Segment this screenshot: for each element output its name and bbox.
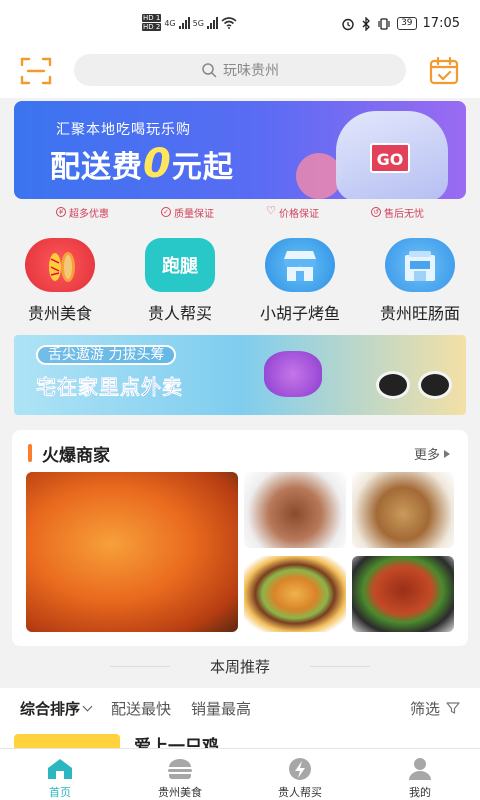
network-4g-label: 4G	[164, 18, 176, 28]
battery-icon: 39	[397, 17, 417, 30]
burger-icon	[168, 759, 192, 779]
category-food[interactable]: 贵州美食	[0, 238, 120, 324]
aftersales-icon: ↺	[371, 207, 381, 217]
merchant-image-noodle-soup[interactable]	[352, 472, 454, 548]
banner-subtitle: 汇聚本地吃喝玩乐购	[56, 122, 191, 138]
search-icon	[202, 63, 217, 78]
banner-headline-suffix: 元起	[171, 150, 234, 185]
category-grilled-fish[interactable]: 小胡子烤鱼	[240, 238, 360, 324]
guarantee-label: 价格保证	[279, 208, 319, 220]
category-sausage-noodles[interactable]: 贵州旺肠面	[360, 238, 480, 324]
hd1-badge: HD 1	[142, 14, 162, 22]
merchant-image-stir-fry[interactable]	[352, 556, 454, 632]
sort-label: 综合排序	[20, 699, 81, 718]
category-label: 贵州旺肠面	[379, 304, 460, 323]
tab-label: 首页	[49, 786, 71, 799]
wifi-icon	[221, 17, 237, 29]
network-5g-label: 5G	[192, 18, 204, 28]
section-accent-bar	[28, 444, 32, 462]
arrow-right-icon	[444, 449, 450, 458]
errand-badge-text: 跑腿	[162, 256, 198, 277]
filter-label: 筛选	[409, 699, 440, 718]
section-title: 火爆商家	[42, 446, 110, 466]
filter-button[interactable]: 筛选	[410, 698, 460, 719]
top-bar: 玩味贵州	[0, 44, 480, 98]
tab-label: 我的	[409, 786, 431, 799]
filter-icon	[446, 702, 460, 714]
quality-icon: ✓	[161, 207, 171, 217]
go-button[interactable]: GO	[370, 143, 410, 173]
guarantee-label: 超多优惠	[69, 208, 109, 220]
chevron-down-icon	[82, 701, 93, 711]
delivery-promo-banner[interactable]: 汇聚本地吃喝玩乐购 配送费0元起 GO	[14, 101, 466, 199]
sort-comprehensive[interactable]: 综合排序	[20, 698, 93, 719]
guarantee-item: ♡ 价格保证	[266, 202, 319, 222]
category-errand[interactable]: 跑腿 贵人帮买	[120, 238, 240, 324]
promo-headline: 宅在家里点外卖	[36, 375, 183, 400]
guarantee-label: 质量保证	[174, 208, 214, 220]
guarantee-strip: ¥ 超多优惠 ✓ 质量保证 ♡ 价格保证 ↺ 售后无忧	[0, 202, 480, 222]
signal-bars-icon	[206, 17, 218, 29]
sunglasses-image	[376, 371, 456, 401]
hd2-badge: HD 2	[142, 23, 162, 31]
banner-headline-prefix: 配送费	[50, 150, 143, 185]
tab-label: 贵州美食	[158, 786, 202, 799]
scan-icon[interactable]	[20, 56, 52, 86]
discount-icon: ¥	[56, 207, 66, 217]
category-label: 贵州美食	[27, 304, 92, 323]
user-icon	[409, 758, 431, 780]
food-icon	[25, 238, 95, 292]
vibrate-icon	[378, 17, 390, 30]
weekly-recommend-heading: 本周推荐	[0, 656, 480, 678]
sort-bar: 综合排序 配送最快 销量最高 筛选	[0, 688, 480, 728]
main-content: 汇聚本地吃喝玩乐购 配送费0元起 GO ¥ 超多优惠 ✓ 质量保证 ♡ 价格保证 ↺ 售…	[0, 98, 480, 748]
merchant-image-shrimp[interactable]	[26, 472, 238, 632]
signal-bars-icon	[178, 17, 190, 29]
tab-home[interactable]: 首页	[0, 749, 120, 800]
merchant-image-beef-noodles[interactable]	[244, 472, 346, 548]
guarantee-item: ¥ 超多优惠	[56, 202, 109, 222]
bottom-tab-bar: 首页 贵州美食 贵人帮买 我的	[0, 748, 480, 800]
grapes-image	[264, 351, 322, 397]
promo-tag: 舌尖遨游 力拔头筹	[36, 345, 177, 365]
search-bar[interactable]: 玩味贵州	[74, 54, 406, 86]
clock: 17:05	[422, 16, 460, 31]
tab-food[interactable]: 贵州美食	[120, 749, 240, 800]
store-thumbnail	[14, 734, 120, 748]
status-bar: HD 1 HD 2 4G 5G 39 17:05	[0, 0, 480, 44]
sort-fastest[interactable]: 配送最快	[111, 698, 171, 719]
errand-icon: 跑腿	[145, 238, 215, 292]
calendar-check-icon[interactable]	[428, 56, 460, 86]
store-name: 爱上一只鸡	[134, 737, 219, 748]
banner-headline-zero: 0	[143, 141, 172, 187]
guarantee-item: ↺ 售后无忧	[371, 202, 424, 222]
more-link[interactable]: 更多	[414, 444, 450, 463]
heart-icon: ♡	[266, 204, 276, 217]
store-list-item[interactable]: 爱上一只鸡	[0, 728, 480, 748]
takeout-promo-banner[interactable]: 舌尖遨游 力拔头筹 宅在家里点外卖	[14, 335, 466, 415]
guarantee-item: ✓ 质量保证	[161, 202, 214, 222]
bluetooth-icon	[362, 16, 370, 31]
banner-headline: 配送费0元起	[50, 141, 234, 187]
tab-profile[interactable]: 我的	[360, 749, 480, 800]
status-right: 39 17:05	[341, 16, 460, 31]
guarantee-label: 售后无忧	[384, 208, 424, 220]
tab-errand[interactable]: 贵人帮买	[240, 749, 360, 800]
hd-badges: HD 1 HD 2	[142, 14, 162, 32]
category-label: 小胡子烤鱼	[259, 304, 340, 323]
more-label: 更多	[413, 448, 440, 463]
search-placeholder: 玩味贵州	[223, 63, 279, 79]
tab-label: 贵人帮买	[278, 786, 322, 799]
signal-group: HD 1 HD 2 4G 5G	[142, 14, 237, 32]
merchant-image-burger[interactable]	[244, 556, 346, 632]
category-row: 贵州美食 跑腿 贵人帮买 小胡子烤鱼 贵州旺肠面	[0, 238, 480, 324]
category-label: 贵人帮买	[147, 304, 212, 323]
sort-top-sales[interactable]: 销量最高	[191, 698, 251, 719]
lightning-icon	[289, 758, 311, 780]
store-icon	[385, 238, 455, 292]
home-icon	[48, 759, 72, 779]
alarm-icon	[342, 18, 354, 30]
shop-icon	[265, 238, 335, 292]
hot-merchants-card: 火爆商家 更多	[12, 430, 468, 646]
